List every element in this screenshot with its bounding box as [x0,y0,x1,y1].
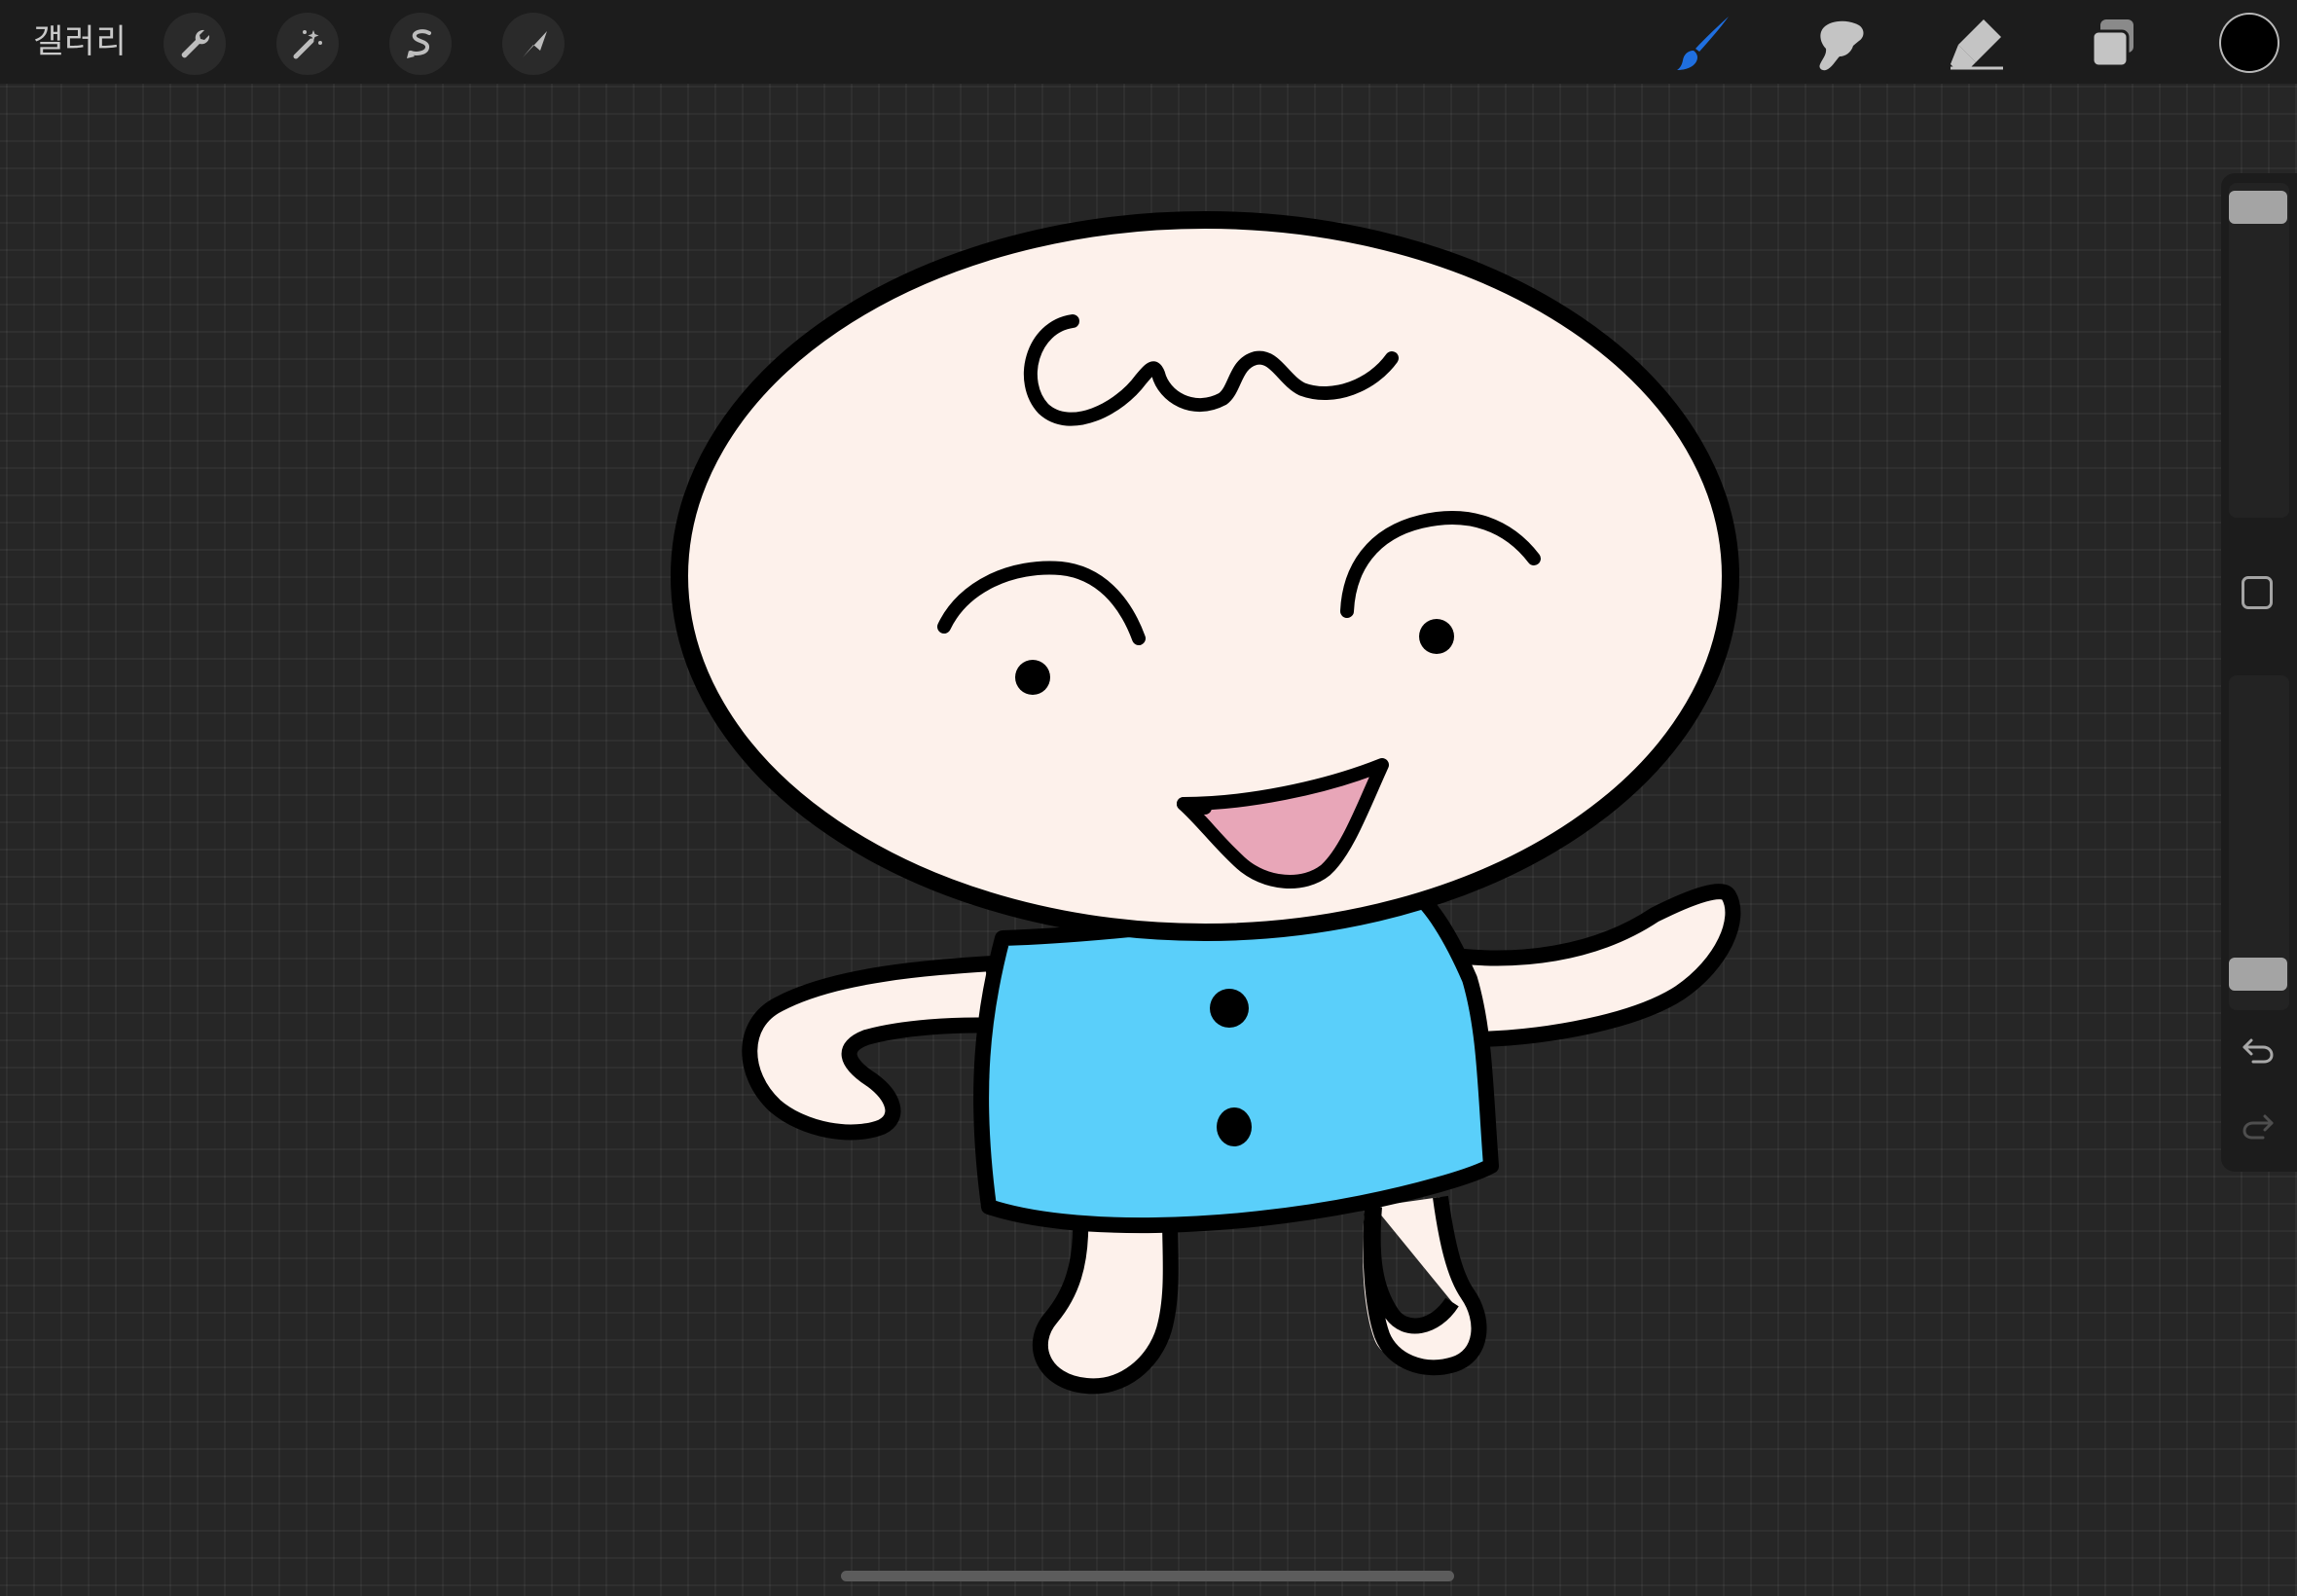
top-toolbar: 갤러리 [0,0,2297,84]
actions-button[interactable] [164,13,226,75]
transform-button[interactable] [502,13,565,75]
brush-size-slider[interactable] [2229,183,2289,518]
side-toolbar [2221,173,2297,1172]
brush-size-thumb[interactable] [2229,191,2287,224]
color-picker-button[interactable] [2221,15,2278,71]
shirt-button-top [1210,989,1249,1028]
selection-icon [407,29,431,58]
transform-arrow-icon [523,31,547,57]
home-indicator[interactable] [841,1571,1454,1581]
character-shirt [973,886,1499,1234]
layers-tool-button[interactable] [2079,10,2147,78]
magic-wand-icon [293,30,322,59]
redo-button[interactable] [2239,1106,2278,1144]
brush-opacity-thumb[interactable] [2229,958,2287,991]
square-modify-icon[interactable] [2242,576,2273,609]
procreate-screen: 갤러리 [0,0,2297,1596]
redo-icon [2242,1114,2274,1140]
canvas-artwork[interactable] [0,84,2219,1596]
brush-opacity-slider[interactable] [2229,675,2289,1010]
smudge-tool-button[interactable] [1806,10,1875,78]
eraser-tool-button[interactable] [1943,10,2011,78]
character-left-arm [742,956,1008,1141]
shirt-button-bottom [1217,1107,1252,1146]
character-right-leg-outline [1363,1195,1487,1376]
wrench-icon [181,29,210,58]
layers-icon [2091,19,2133,68]
character-left-eye [1015,660,1050,695]
brush-tool-button[interactable] [1670,10,1738,78]
character-left-leg [1032,1207,1179,1395]
undo-icon [2242,1038,2274,1064]
selection-button[interactable] [389,13,452,75]
undo-button[interactable] [2239,1030,2278,1069]
character-right-eye [1419,619,1454,654]
adjustments-button[interactable] [276,13,339,75]
smudge-icon [1819,20,1864,71]
brush-icon [1677,17,1729,70]
gallery-button[interactable]: 갤러리 [33,18,128,66]
eraser-icon [1951,19,2003,70]
